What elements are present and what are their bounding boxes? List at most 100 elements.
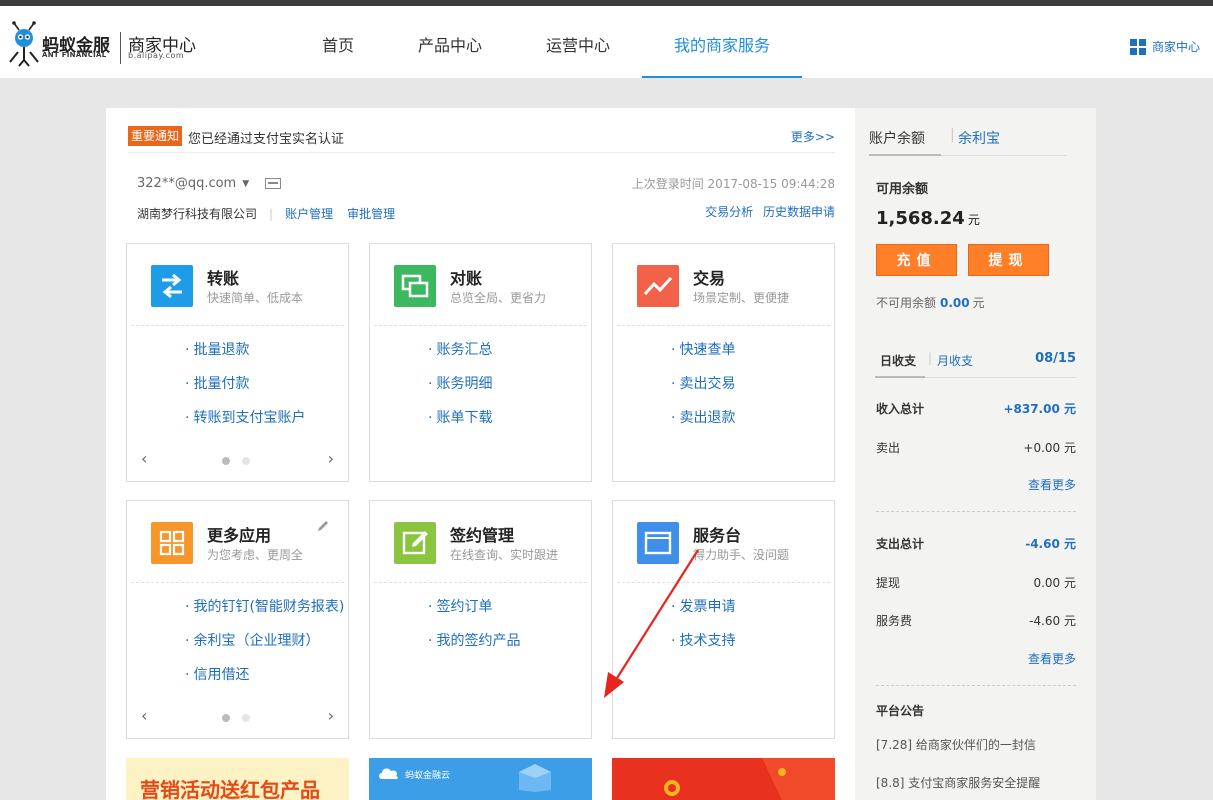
account-summary-link[interactable]: 账务汇总: [428, 340, 492, 374]
pager-dot[interactable]: [242, 457, 250, 465]
trade-chart-icon: [637, 265, 679, 307]
contract-order-link[interactable]: 签约订单: [428, 597, 520, 631]
chevron-left-icon[interactable]: ‹: [141, 706, 147, 725]
separator: |: [928, 351, 933, 365]
expense-total-value: -4.60 元: [1025, 537, 1076, 551]
cloud-icon: [379, 768, 398, 779]
banner-cloud[interactable]: 蚂蚁金融云: [369, 758, 592, 800]
account-detail-link[interactable]: 账务明细: [428, 374, 492, 408]
logo-domain: b.alipay.com: [128, 51, 185, 60]
sell-trades-link[interactable]: 卖出交易: [671, 374, 735, 408]
id-card-icon[interactable]: [265, 178, 282, 189]
pencil-icon[interactable]: [316, 519, 330, 533]
tab-yulibao[interactable]: 余利宝: [958, 128, 1000, 148]
pager-dot-active[interactable]: [222, 714, 230, 722]
annotation-arrow: [604, 549, 699, 698]
announcement-item[interactable]: [8.8] 支付宝商家服务安全提醒: [876, 774, 1040, 791]
dingtalk-link[interactable]: 我的钉钉(智能财务报表): [185, 597, 344, 631]
expense-total-row: 支出总计 -4.60 元: [876, 535, 1076, 552]
nav-operations[interactable]: 运营中心: [514, 6, 642, 78]
account-selector[interactable]: 322**@qq.com ▼: [137, 176, 282, 191]
currency-unit: 元: [967, 213, 980, 227]
nav-products[interactable]: 产品中心: [386, 6, 514, 78]
chevron-right-icon[interactable]: ›: [328, 449, 334, 468]
notice-more-link[interactable]: 更多>>: [791, 128, 835, 145]
notice-divider: [128, 152, 835, 153]
approval-manage-link[interactable]: 审批管理: [347, 205, 395, 222]
card-title: 签约管理: [450, 526, 515, 545]
chevron-left-icon[interactable]: ‹: [141, 449, 147, 468]
batch-payment-link[interactable]: 批量付款: [185, 374, 305, 408]
tab-monthly[interactable]: 月收支: [937, 352, 973, 369]
batch-refund-link[interactable]: 批量退款: [185, 340, 305, 374]
reconcile-icon: [394, 265, 436, 307]
banner-red-packet[interactable]: [612, 758, 835, 800]
income-total-row: 收入总计 +837.00 元: [876, 400, 1076, 417]
banner-cloud-text: 蚂蚁金融云: [405, 771, 451, 781]
card-title: 转账: [207, 269, 240, 288]
card-contract: 签约管理 在线查询、实时跟进 签约订单 我的签约产品: [369, 500, 592, 739]
withdraw-value: 0.00 元: [1033, 576, 1076, 590]
income-total-label: 收入总计: [876, 402, 925, 416]
main-panel: 重要通知 您已经通过支付宝实名认证 更多>> 322**@qq.com ▼ 上次…: [106, 108, 855, 800]
transfer-to-alipay-link[interactable]: 转账到支付宝账户: [185, 408, 305, 442]
card-title: 交易: [693, 269, 726, 288]
logo-separator: [120, 32, 121, 64]
notice-badge: 重要通知: [128, 126, 183, 146]
pager-dot-active[interactable]: [222, 457, 230, 465]
ant-financial-logo[interactable]: 蚂蚁金服 ANT FINANCIAL 商家中心 b.alipay.com: [8, 18, 198, 68]
active-tab-indicator: [869, 154, 941, 156]
view-more-expense-link[interactable]: 查看更多: [1028, 650, 1076, 667]
banner-marketing[interactable]: 营销活动送红包产品: [126, 758, 349, 800]
notice-text[interactable]: 您已经通过支付宝实名认证: [188, 128, 344, 147]
withdraw-label: 提现: [876, 576, 901, 590]
announcement-item[interactable]: [7.28] 给商家伙伴们的一封信: [876, 736, 1036, 753]
last-login-time: 上次登录时间 2017-08-15 09:44:28: [631, 177, 835, 191]
unavailable-balance: 不可用余额 0.00 元: [876, 294, 985, 311]
card-subtitle: 场景定制、更便捷: [693, 291, 790, 305]
nav-home[interactable]: 首页: [290, 6, 386, 78]
yulibao-link[interactable]: 余利宝（企业理财）: [185, 631, 344, 665]
chevron-right-icon[interactable]: ›: [328, 706, 334, 725]
separator: |: [950, 127, 955, 143]
nav-my-merchant-service[interactable]: 我的商家服务: [642, 6, 803, 78]
card-links: 批量退款 批量付款 转账到支付宝账户: [185, 340, 305, 442]
separator: |: [269, 206, 274, 221]
pager-dot[interactable]: [242, 714, 250, 722]
card-links: 账务汇总 账务明细 账单下载: [428, 340, 492, 442]
fee-label: 服务费: [876, 614, 913, 628]
available-balance-label: 可用余额: [876, 182, 929, 197]
tab-account-balance[interactable]: 账户余额: [869, 128, 925, 148]
sell-value: +0.00 元: [1023, 441, 1076, 455]
bill-download-link[interactable]: 账单下载: [428, 408, 492, 442]
card-more-apps: 更多应用 为您考虑、更周全 我的钉钉(智能财务报表) 余利宝（企业理财） 信用借…: [126, 500, 349, 739]
merchant-center-link[interactable]: 商家中心: [1129, 38, 1200, 55]
trade-analysis-link[interactable]: 交易分析: [705, 205, 753, 219]
cube-icon: [519, 764, 551, 792]
balance-tabs: 账户余额 | 余利宝: [869, 126, 1067, 156]
active-tab-indicator: [875, 376, 925, 378]
card-title: 更多应用: [207, 526, 272, 545]
merchant-grid-icon: [1129, 38, 1146, 55]
current-date: 08/15: [1035, 351, 1076, 366]
card-transfer: 转账 快速简单、低成本 批量退款 批量付款 转账到支付宝账户 ‹ ›: [126, 243, 349, 482]
view-more-income-link[interactable]: 查看更多: [1028, 476, 1076, 493]
quick-query-link[interactable]: 快速查单: [671, 340, 735, 374]
company-name: 湖南梦行科技有限公司: [137, 207, 258, 221]
withdraw-button[interactable]: 提现: [968, 244, 1049, 276]
sell-refund-link[interactable]: 卖出退款: [671, 408, 735, 442]
credit-borrow-link[interactable]: 信用借还: [185, 665, 344, 699]
my-contract-products-link[interactable]: 我的签约产品: [428, 631, 520, 665]
recharge-button[interactable]: 充值: [876, 244, 957, 276]
card-trade: 交易 场景定制、更便捷 快速查单 卖出交易 卖出退款: [612, 243, 835, 482]
account-manage-link[interactable]: 账户管理: [285, 205, 333, 222]
card-subtitle: 为您考虑、更周全: [207, 548, 304, 562]
divider: [876, 511, 1076, 512]
contract-edit-icon: [394, 522, 436, 564]
merchant-center-label: 商家中心: [1151, 40, 1200, 54]
logo-text-en: ANT FINANCIAL: [42, 51, 107, 59]
card-divider: [617, 325, 830, 326]
card-reconcile: 对账 总览全局、更省力 账务汇总 账务明细 账单下载: [369, 243, 592, 482]
history-data-link[interactable]: 历史数据申请: [763, 205, 835, 219]
tab-daily[interactable]: 日收支: [880, 352, 916, 369]
